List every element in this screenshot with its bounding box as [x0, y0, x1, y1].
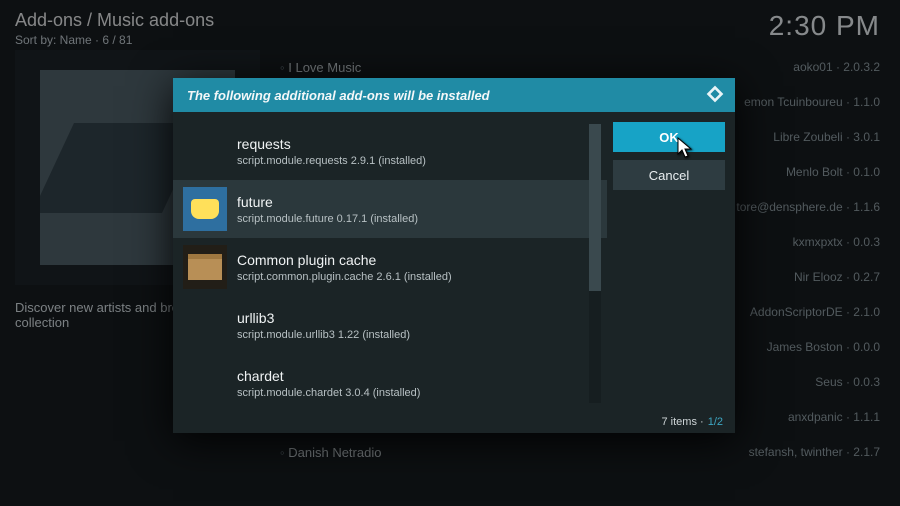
dependency-item[interactable]: chardet script.module.chardet 3.0.4 (inst… — [173, 354, 607, 411]
bg-item-meta: anxdpanic · 1.1.1 — [788, 410, 880, 425]
bg-item-meta: stefansh, twinther · 2.1.7 — [749, 445, 880, 460]
dependency-item[interactable]: requests script.module.requests 2.9.1 (in… — [173, 122, 607, 180]
dependency-item[interactable]: future script.module.future 0.17.1 (insta… — [173, 180, 607, 238]
dependency-name: Common plugin cache — [237, 252, 452, 268]
bg-item-meta: Nir Elooz · 0.2.7 — [794, 270, 880, 285]
scroll-thumb[interactable] — [589, 124, 601, 291]
item-count: 7 items · — [662, 416, 704, 428]
box-icon — [183, 245, 227, 289]
clock: 2:30 PM — [769, 10, 880, 47]
dependency-item[interactable]: Common plugin cache script.common.plugin.… — [173, 238, 607, 296]
dialog-title: The following additional add-ons will be… — [187, 88, 490, 103]
dependency-sub: script.module.requests 2.9.1 (installed) — [237, 155, 426, 167]
bg-item-meta: kxmxpxtx · 0.0.3 — [793, 235, 880, 250]
dependency-name: chardet — [237, 368, 420, 384]
dependency-list[interactable]: requests script.module.requests 2.9.1 (in… — [173, 112, 607, 411]
breadcrumb: Add-ons / Music add-ons — [15, 10, 214, 31]
dependency-dialog: The following additional add-ons will be… — [173, 78, 735, 433]
dependency-name: requests — [237, 136, 426, 152]
dependency-item[interactable]: urllib3 script.module.urllib3 1.22 (insta… — [173, 296, 607, 354]
page-indicator: 1/2 — [708, 416, 723, 428]
bg-item-meta: emon Tcuinboureu · 1.1.0 — [744, 95, 880, 110]
bg-list-item[interactable]: Danish Netradio stefansh, twinther · 2.1.… — [280, 435, 880, 470]
bg-item-meta: Seus · 0.0.3 — [815, 375, 880, 390]
bg-item-name: Danish Netradio — [280, 445, 381, 460]
dependency-name: urllib3 — [237, 310, 410, 326]
bg-item-meta: tore@densphere.de · 1.1.6 — [736, 200, 880, 215]
dependency-sub: script.module.urllib3 1.22 (installed) — [237, 329, 410, 341]
cancel-button[interactable]: Cancel — [613, 160, 725, 190]
dialog-footer: 7 items · 1/2 — [173, 411, 735, 433]
bg-item-meta: AddonScriptorDE · 2.1.0 — [750, 305, 880, 320]
bg-item-name: I Love Music — [280, 60, 361, 75]
dependency-sub: script.module.chardet 3.0.4 (installed) — [237, 387, 420, 399]
bg-item-meta: James Boston · 0.0.0 — [767, 340, 880, 355]
dependency-sub: script.module.future 0.17.1 (installed) — [237, 213, 418, 225]
python-icon — [183, 187, 227, 231]
kodi-logo-icon — [705, 84, 725, 107]
scrollbar[interactable] — [589, 124, 601, 403]
sort-info: Sort by: Name · 6 / 81 — [15, 33, 214, 47]
bg-item-meta: aoko01 · 2.0.3.2 — [793, 60, 880, 75]
dependency-name: future — [237, 194, 418, 210]
dependency-sub: script.common.plugin.cache 2.6.1 (instal… — [237, 271, 452, 283]
dialog-header: The following additional add-ons will be… — [173, 78, 735, 112]
ok-button[interactable]: OK — [613, 122, 725, 152]
bg-item-meta: Menlo Bolt · 0.1.0 — [786, 165, 880, 180]
bg-item-meta: Libre Zoubeli · 3.0.1 — [773, 130, 880, 145]
